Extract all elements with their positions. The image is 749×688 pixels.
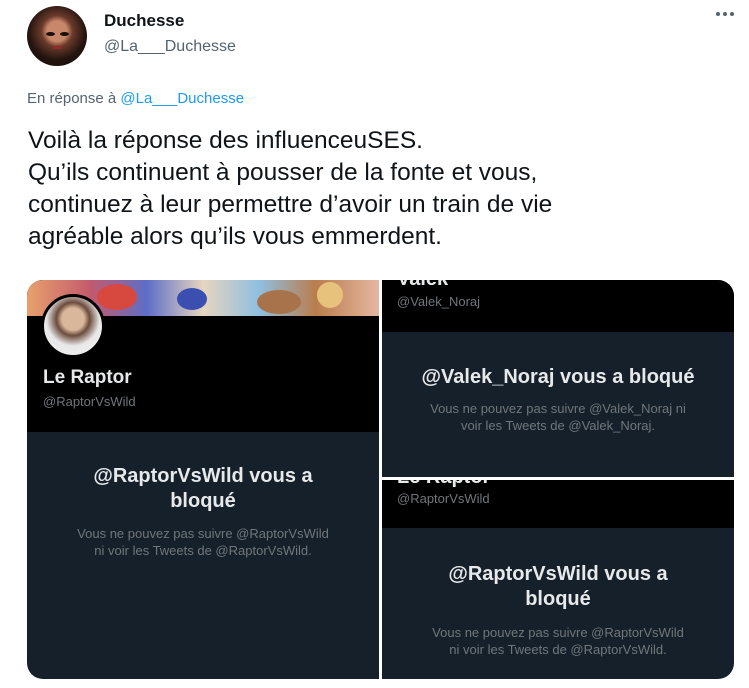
profile-header: Valek @Valek_Noraj bbox=[382, 280, 734, 332]
block-subtitle-line: Vous ne pouvez pas suivre @RaptorVsWild bbox=[432, 625, 684, 640]
author-name[interactable]: Duchesse bbox=[104, 11, 184, 31]
tweet-text: Voilà la réponse des influenceuSES. Qu’i… bbox=[28, 125, 728, 253]
tweet: Duchesse @La___Duchesse En réponse à @La… bbox=[0, 0, 749, 688]
media-image-right-bottom[interactable]: Le Raptor @RaptorVsWild @RaptorVsWild vo… bbox=[382, 480, 734, 679]
profile-name: Le Raptor bbox=[43, 367, 132, 388]
reply-context: En réponse à @La___Duchesse bbox=[27, 90, 244, 107]
profile-handle: @RaptorVsWild bbox=[397, 491, 490, 506]
block-subtitle-line: voir les Tweets de @Valek_Noraj. bbox=[460, 418, 656, 433]
block-subtitle-line: Vous ne pouvez pas suivre @Valek_Noraj n… bbox=[430, 401, 686, 416]
media-image-left[interactable]: Le Raptor @RaptorVsWild @RaptorVsWild vo… bbox=[27, 280, 379, 679]
reply-to-link[interactable]: @La___Duchesse bbox=[120, 90, 244, 107]
block-title-line: bloqué bbox=[170, 490, 236, 512]
block-subtitle-line: Vous ne pouvez pas suivre @RaptorVsWild bbox=[77, 526, 329, 541]
tweet-text-line: Qu’ils continuent à pousser de la fonte … bbox=[28, 159, 538, 186]
profile-avatar bbox=[41, 294, 105, 358]
more-options-icon[interactable] bbox=[716, 12, 734, 16]
block-title-line: @RaptorVsWild vous a bbox=[93, 465, 313, 487]
tweet-text-line: continuez à leur permettre d’avoir un tr… bbox=[28, 191, 553, 218]
author-handle[interactable]: @La___Duchesse bbox=[104, 38, 236, 56]
media-grid: Le Raptor @RaptorVsWild @RaptorVsWild vo… bbox=[27, 280, 734, 679]
tweet-text-line: agréable alors qu’ils vous emmerdent. bbox=[28, 223, 442, 250]
block-title: @Valek_Noraj vous a bloqué bbox=[421, 366, 695, 388]
reply-prefix: En réponse à bbox=[27, 90, 117, 107]
media-image-right-top[interactable]: Valek @Valek_Noraj @Valek_Noraj vous a b… bbox=[382, 280, 734, 477]
profile-header: Le Raptor @RaptorVsWild bbox=[382, 480, 734, 528]
block-title-line: bloqué bbox=[525, 588, 591, 610]
profile-header: Le Raptor @RaptorVsWild bbox=[27, 280, 379, 432]
profile-name-cut: Le Raptor bbox=[397, 480, 490, 489]
block-subtitle-line: ni voir les Tweets de @RaptorVsWild. bbox=[94, 543, 312, 558]
tweet-text-line: Voilà la réponse des influenceuSES. bbox=[28, 127, 423, 154]
profile-name-cut: Valek bbox=[397, 280, 448, 291]
profile-handle: @RaptorVsWild bbox=[43, 394, 136, 409]
block-title-line: @RaptorVsWild vous a bbox=[448, 563, 668, 585]
block-subtitle-line: ni voir les Tweets de @RaptorVsWild. bbox=[449, 642, 667, 657]
profile-handle: @Valek_Noraj bbox=[397, 294, 481, 309]
author-avatar[interactable] bbox=[27, 6, 87, 66]
